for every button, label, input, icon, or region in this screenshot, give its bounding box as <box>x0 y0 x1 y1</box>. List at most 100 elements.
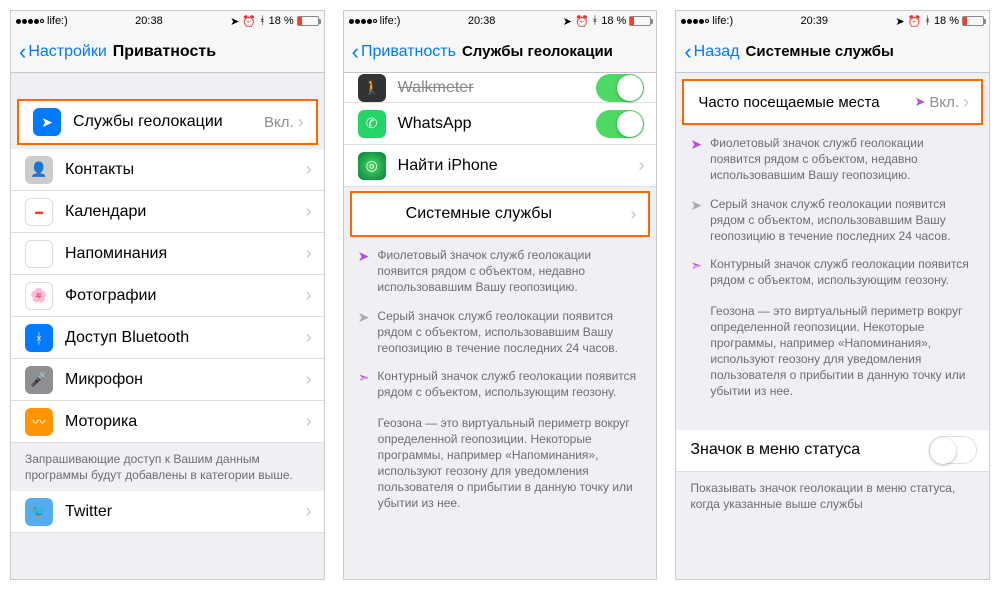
battery-label: 18 % <box>269 15 294 27</box>
row-walkmeter[interactable]: 🚶 Walkmeter <box>344 73 657 103</box>
page-title: Службы геолокации <box>462 43 613 60</box>
contacts-icon: 👤 <box>25 156 53 184</box>
clock: 20:38 <box>135 15 163 27</box>
chevron-right-icon: › <box>306 327 312 348</box>
nav-bar: ‹ Назад Системные службы <box>676 31 989 73</box>
row-calendars[interactable]: ▬ Календари › <box>11 191 324 233</box>
row-photos[interactable]: 🌸 Фотографии › <box>11 275 324 317</box>
bluetooth-icon: ᚼ <box>259 15 266 27</box>
page-title: Системные службы <box>746 43 894 60</box>
row-location-services[interactable]: ➤ Службы геолокации Вкл. › <box>19 101 316 143</box>
findiphone-icon: ◎ <box>358 152 386 180</box>
geofence-text: Геозона — это виртуальный периметр вокру… <box>676 295 989 408</box>
row-value: Вкл. <box>264 114 294 131</box>
back-button[interactable]: ‹ Приватность <box>352 39 456 65</box>
chevron-right-icon: › <box>630 204 636 225</box>
carrier-label: life:) <box>380 15 401 27</box>
chevron-right-icon: › <box>306 243 312 264</box>
legend-outline: ➣ Контурный значок служб геолокации появ… <box>676 250 989 294</box>
battery-icon <box>629 16 651 26</box>
bluetooth-icon: ᚼ <box>592 15 599 27</box>
row-contacts[interactable]: 👤 Контакты › <box>11 149 324 191</box>
location-arrow-purple-icon: ➤ <box>690 135 702 184</box>
row-find-iphone[interactable]: ◎ Найти iPhone › <box>344 145 657 187</box>
legend-text: Контурный значок служб геолокации появит… <box>710 256 975 288</box>
page-title: Приватность <box>113 43 216 61</box>
legend-outline: ➣ Контурный значок служб геолокации появ… <box>344 362 657 406</box>
back-button[interactable]: ‹ Настройки <box>19 39 107 65</box>
highlight-box: Системные службы › <box>350 191 651 237</box>
legend-text: Фиолетовый значок служб геолокации появи… <box>377 247 642 296</box>
location-arrow-purple-icon: ➤ <box>358 247 370 296</box>
legend-gray: ➤ Серый значок служб геолокации появится… <box>344 302 657 363</box>
location-icon: ➤ <box>563 15 572 28</box>
toggle-switch[interactable] <box>596 110 644 138</box>
microphone-icon: 🎤 <box>25 366 53 394</box>
row-system-services[interactable]: Системные службы › <box>352 193 649 235</box>
chevron-right-icon: › <box>306 411 312 432</box>
row-label: Фотографии <box>65 287 306 305</box>
location-arrow-gray-icon: ➤ <box>690 196 702 245</box>
clock: 20:38 <box>468 15 496 27</box>
row-label: Найти iPhone <box>398 157 639 175</box>
location-arrow-outline-icon: ➣ <box>690 256 702 288</box>
chevron-right-icon: › <box>638 155 644 176</box>
chevron-right-icon: › <box>306 369 312 390</box>
row-label: Значок в меню статуса <box>690 441 929 459</box>
screen-system-services: life:) 20:39 ➤ ⏰ ᚼ 18 % ‹ Назад Системны… <box>675 10 990 580</box>
back-label: Приватность <box>361 43 456 61</box>
row-bluetooth[interactable]: ᚼ Доступ Bluetooth › <box>11 317 324 359</box>
toggle-switch[interactable] <box>929 436 977 464</box>
location-icon: ➤ <box>230 15 239 28</box>
row-label: Микрофон <box>65 371 306 389</box>
location-arrow-purple-icon: ➤ <box>914 94 925 110</box>
highlight-box: Часто посещаемые места ➤ Вкл. › <box>682 79 983 125</box>
back-label: Назад <box>694 43 740 61</box>
battery-icon <box>962 16 984 26</box>
bluetooth-icon: ᚼ <box>924 15 931 27</box>
row-label: Системные службы <box>406 205 631 223</box>
chevron-right-icon: › <box>963 92 969 113</box>
chevron-right-icon: › <box>306 201 312 222</box>
screen-privacy: life:) 20:38 ➤ ⏰ ᚼ 18 % ‹ Настройки Прив… <box>10 10 325 580</box>
footer-text: Запрашивающие доступ к Вашим данным прог… <box>11 443 324 491</box>
row-frequent-locations[interactable]: Часто посещаемые места ➤ Вкл. › <box>684 81 981 123</box>
row-twitter[interactable]: 🐦 Twitter › <box>11 491 324 533</box>
legend-purple: ➤ Фиолетовый значок служб геолокации поя… <box>344 241 657 302</box>
chevron-left-icon: ‹ <box>352 39 359 65</box>
twitter-icon: 🐦 <box>25 498 53 526</box>
row-label: Walkmeter <box>398 79 597 97</box>
photos-icon: 🌸 <box>25 282 53 310</box>
screen-location-services: life:) 20:38 ➤ ⏰ ᚼ 18 % ‹ Приватность Сл… <box>343 10 658 580</box>
back-label: Настройки <box>28 43 106 61</box>
nav-bar: ‹ Настройки Приватность <box>11 31 324 73</box>
row-whatsapp[interactable]: ✆ WhatsApp <box>344 103 657 145</box>
chevron-right-icon: › <box>306 285 312 306</box>
row-motion[interactable]: 〰 Моторика › <box>11 401 324 443</box>
back-button[interactable]: ‹ Назад <box>684 39 739 65</box>
chevron-left-icon: ‹ <box>684 39 691 65</box>
status-bar: life:) 20:38 ➤ ⏰ ᚼ 18 % <box>11 11 324 31</box>
row-status-bar-icon[interactable]: Значок в меню статуса <box>676 430 989 472</box>
row-label: Доступ Bluetooth <box>65 329 306 347</box>
nav-bar: ‹ Приватность Службы геолокации <box>344 31 657 73</box>
row-label: Моторика <box>65 413 306 431</box>
row-label: Напоминания <box>65 245 306 263</box>
row-reminders[interactable]: ≡ Напоминания › <box>11 233 324 275</box>
toggle-switch[interactable] <box>596 74 644 102</box>
calendar-icon: ▬ <box>25 198 53 226</box>
chevron-right-icon: › <box>306 159 312 180</box>
legend-text: Контурный значок служб геолокации появит… <box>377 368 642 400</box>
legend-text: Серый значок служб геолокации появится р… <box>710 196 975 245</box>
row-label: WhatsApp <box>398 115 597 133</box>
carrier-label: life:) <box>712 15 733 27</box>
alarm-icon: ⏰ <box>908 15 922 28</box>
legend-gray: ➤ Серый значок служб геолокации появится… <box>676 190 989 251</box>
footer-text: Показывать значок геолокации в меню стат… <box>676 472 989 520</box>
legend-purple: ➤ Фиолетовый значок служб геолокации поя… <box>676 129 989 190</box>
row-label: Службы геолокации <box>73 113 264 131</box>
motion-icon: 〰 <box>25 408 53 436</box>
row-microphone[interactable]: 🎤 Микрофон › <box>11 359 324 401</box>
alarm-icon: ⏰ <box>575 15 589 28</box>
row-value: Вкл. <box>929 94 959 111</box>
